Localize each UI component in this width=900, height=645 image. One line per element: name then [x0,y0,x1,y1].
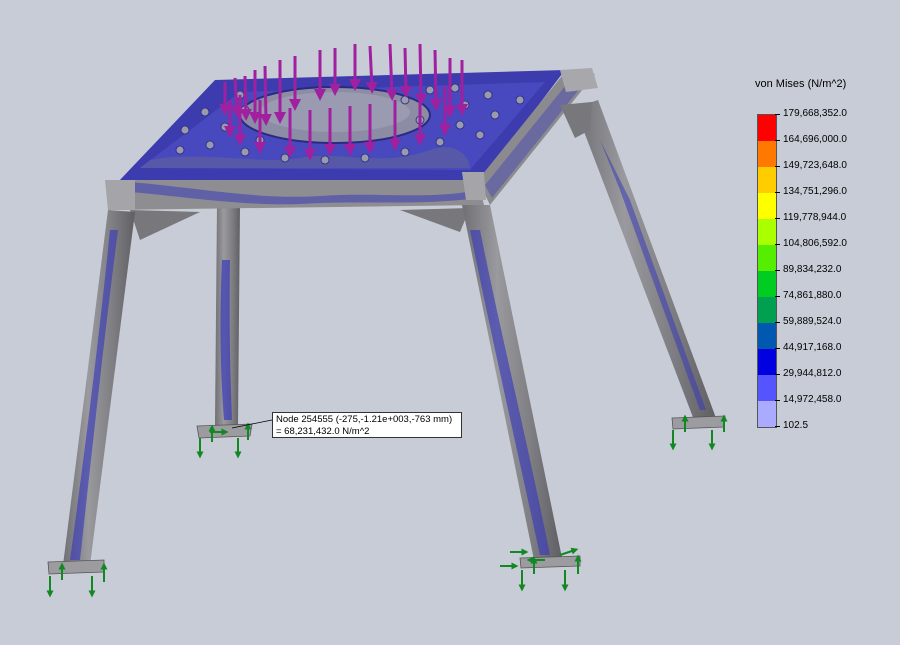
leg-back-left [215,205,240,425]
legend-label: 14,972,458.0 [783,394,842,405]
legend-swatch [758,115,776,141]
legend-label: 74,861,880.0 [783,290,842,301]
legend-swatch [758,349,776,375]
probe-node-text: Node 254555 (-275,-1.21e+003,-763 mm) [276,414,453,425]
legend-label: 149,723,648.0 [783,160,847,171]
legend-tick [775,296,780,297]
legend-tick [775,322,780,323]
legend-tick [775,270,780,271]
legend-tick [775,244,780,245]
leg-front-left [63,210,135,565]
legend-label: 102.5 [783,420,809,431]
legend-label: 59,889,524.0 [783,316,842,327]
legend-label: 164,696,000.0 [783,134,847,145]
legend-label: 89,834,232.0 [783,264,842,275]
legend-tick [775,374,780,375]
legend-swatch [758,167,776,193]
legend-title: von Mises (N/m^2) [755,78,847,90]
legend-swatch [758,323,776,349]
leg-front-right [462,205,562,560]
legend-tick [775,218,780,219]
legend-swatch [758,245,776,271]
legend-label: 44,917,168.0 [783,342,842,353]
base-plates [47,415,726,575]
legend-tick [775,140,780,141]
legend-tick [775,192,780,193]
legend-label: 134,751,296.0 [783,186,847,197]
legend-label: 179,668,352.0 [783,108,847,119]
legend-tick [775,166,780,167]
legend-label: 29,944,812.0 [783,368,842,379]
legend-tick [775,114,780,115]
legend-swatch [758,401,776,427]
legend-color-bar [757,114,777,428]
legend-tick [775,426,780,427]
fixture-arrows [46,414,728,598]
legend-label: 119,778,944.0 [783,212,847,223]
legend-tick [775,348,780,349]
stress-legend: von Mises (N/m^2) 179,668,352.0 164,696,0… [748,78,898,438]
legend-swatch [758,193,776,219]
legend-swatch [758,297,776,323]
legend-label: 104,806,592.0 [783,238,847,249]
legend-swatch [758,141,776,167]
legend-swatch [758,375,776,401]
probe-value-text: = 68,231,432.0 N/m^2 [276,426,370,437]
legend-swatch [758,271,776,297]
legend-tick [775,400,780,401]
legend-swatch [758,219,776,245]
leg-back-right [575,100,716,420]
probe-result-box[interactable]: Node 254555 (-275,-1.21e+003,-763 mm) = … [272,412,462,438]
